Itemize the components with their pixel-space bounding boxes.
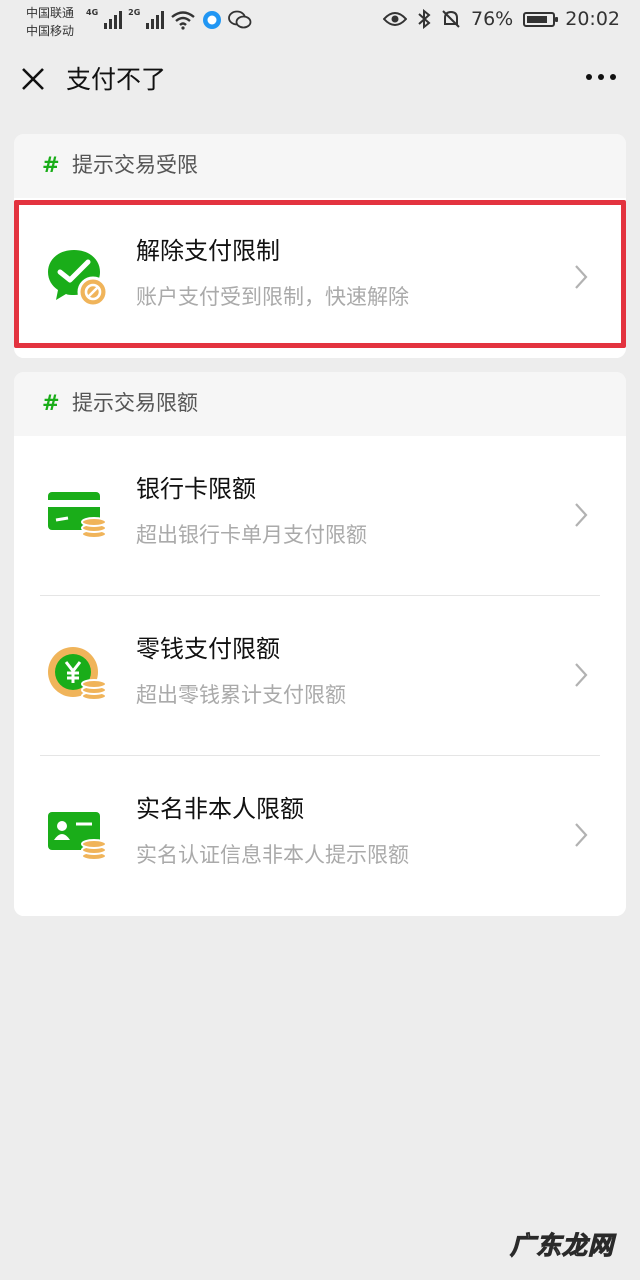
wechat-pay-blocked-icon <box>48 250 109 308</box>
more-options-icon[interactable] <box>586 74 616 80</box>
signal-group: 4G 2G <box>86 8 252 30</box>
section-title: 提示交易受限 <box>72 153 198 177</box>
network-type-2: 2G <box>128 8 141 17</box>
eye-icon <box>383 12 407 26</box>
mute-bell-icon <box>442 10 460 28</box>
section-header: # 提示交易受限 <box>14 134 626 198</box>
page-title: 支付不了 <box>66 65 167 94</box>
balance-limit-item[interactable]: 零钱支付限额 超出零钱累计支付限额 <box>14 596 626 756</box>
unlock-payment-item[interactable]: 解除支付限制 账户支付受到限制，快速解除 <box>14 198 626 358</box>
nav-header: 支付不了 <box>0 50 640 114</box>
close-icon[interactable] <box>18 64 48 94</box>
item-description: 实名认证信息非本人提示限额 <box>136 843 409 867</box>
item-title: 零钱支付限额 <box>136 635 280 663</box>
chevron-right-icon <box>575 663 588 687</box>
hash-icon: # <box>42 153 60 177</box>
carrier-2: 中国移动 <box>26 24 75 38</box>
item-title: 实名非本人限额 <box>136 795 304 823</box>
chevron-right-icon <box>575 823 588 847</box>
item-title: 银行卡限额 <box>136 475 256 503</box>
chevron-right-icon <box>575 265 588 289</box>
bank-card-limit-item[interactable]: 银行卡限额 超出银行卡单月支付限额 <box>14 436 626 596</box>
bluetooth-icon <box>418 9 431 29</box>
wechat-notify-icon <box>228 10 252 29</box>
battery-icon <box>523 11 559 27</box>
id-card-icon <box>48 812 107 861</box>
chevron-right-icon <box>575 503 588 527</box>
carrier-names: 中国联通 中国移动 <box>26 4 74 40</box>
balance-coin-icon <box>48 647 107 701</box>
clock-time: 20:02 <box>565 8 620 30</box>
signal-bars-icon <box>104 11 123 29</box>
wifi-icon <box>171 11 196 30</box>
network-type-1: 4G <box>86 8 99 17</box>
section-header: # 提示交易限额 <box>14 372 626 436</box>
status-bar: 中国联通 中国移动 4G 2G 76% 20:02 <box>0 0 640 44</box>
section-restricted: # 提示交易受限 解除支付限制 账户支付受到限制，快速解除 <box>14 134 626 358</box>
signal-bars-icon <box>146 11 165 29</box>
section-title: 提示交易限额 <box>72 391 198 415</box>
item-description: 超出零钱累计支付限额 <box>136 683 346 707</box>
hash-icon: # <box>42 391 60 415</box>
watermark-text: 广东龙网 <box>509 1231 614 1261</box>
section-limits: # 提示交易限额 银行卡限额 超出银行卡单月支付限额 零钱支付限额 超出零钱累计… <box>14 372 626 916</box>
item-title: 解除支付限制 <box>136 237 280 265</box>
browser-app-icon <box>203 11 222 29</box>
battery-percent: 76% <box>471 8 514 30</box>
status-right: 76% 20:02 <box>383 8 620 30</box>
carrier-1: 中国联通 <box>26 6 75 20</box>
bank-card-icon <box>48 492 107 539</box>
item-description: 超出银行卡单月支付限额 <box>136 523 367 547</box>
real-name-limit-item[interactable]: 实名非本人限额 实名认证信息非本人提示限额 <box>14 756 626 916</box>
item-description: 账户支付受到限制，快速解除 <box>136 285 409 309</box>
